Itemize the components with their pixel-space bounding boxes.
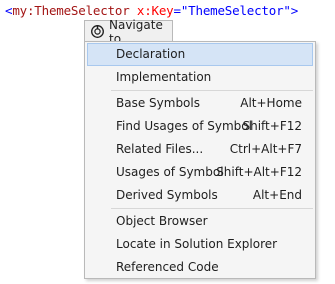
menu-item-base-symbols[interactable]: Base Symbols Alt+Home (87, 92, 313, 115)
menu-item-declaration[interactable]: Declaration (87, 43, 313, 66)
menu-items: Declaration Implementation Base Symbols … (85, 42, 315, 279)
menu-item-label: Usages of Symbol (116, 165, 224, 179)
menu-item-label: Locate in Solution Explorer (116, 237, 278, 251)
menu-item-label: Related Files... (116, 142, 204, 156)
menu-item-label: Base Symbols (116, 96, 200, 110)
navigate-to-menu: Declaration Implementation Base Symbols … (84, 41, 316, 279)
menu-separator (111, 90, 313, 91)
menu-item-related-files[interactable]: Related Files... Ctrl+Alt+F7 (87, 138, 313, 161)
code-tag-name: my:ThemeSelector (12, 3, 130, 18)
menu-item-find-usages[interactable]: Find Usages of Symbol Shift+F12 (87, 115, 313, 138)
menu-item-shortcut: Shift+Alt+F12 (216, 165, 302, 179)
menu-item-label: Referenced Code (116, 260, 219, 274)
menu-item-label: Object Browser (116, 214, 208, 228)
navigate-to-header: Navigate to (84, 18, 173, 46)
menu-item-label: Declaration (116, 47, 186, 61)
menu-item-label: Implementation (116, 70, 212, 84)
menu-item-label: Derived Symbols (116, 188, 218, 202)
code-attribute-value: "ThemeSelector" (180, 3, 291, 18)
menu-item-object-browser[interactable]: Object Browser (87, 210, 313, 233)
menu-item-implementation[interactable]: Implementation (87, 66, 313, 89)
menu-item-shortcut: Ctrl+Alt+F7 (229, 142, 302, 156)
menu-item-shortcut: Alt+Home (240, 96, 302, 110)
menu-item-derived-symbols[interactable]: Derived Symbols Alt+End (87, 184, 313, 207)
menu-item-usages-of-symbol[interactable]: Usages of Symbol Shift+Alt+F12 (87, 161, 313, 184)
resharper-navigate-icon (91, 25, 104, 38)
menu-item-locate-in-solution-explorer[interactable]: Locate in Solution Explorer (87, 233, 313, 256)
menu-item-shortcut: Alt+End (252, 188, 302, 202)
menu-item-shortcut: Shift+F12 (242, 119, 302, 133)
menu-separator (111, 208, 313, 209)
menu-item-label: Find Usages of Symbol (116, 119, 252, 133)
menu-item-referenced-code[interactable]: Referenced Code (87, 256, 313, 279)
code-close-bracket: > (290, 3, 299, 18)
code-equals: = (173, 3, 182, 18)
code-attribute-name: x:Key (136, 3, 174, 18)
